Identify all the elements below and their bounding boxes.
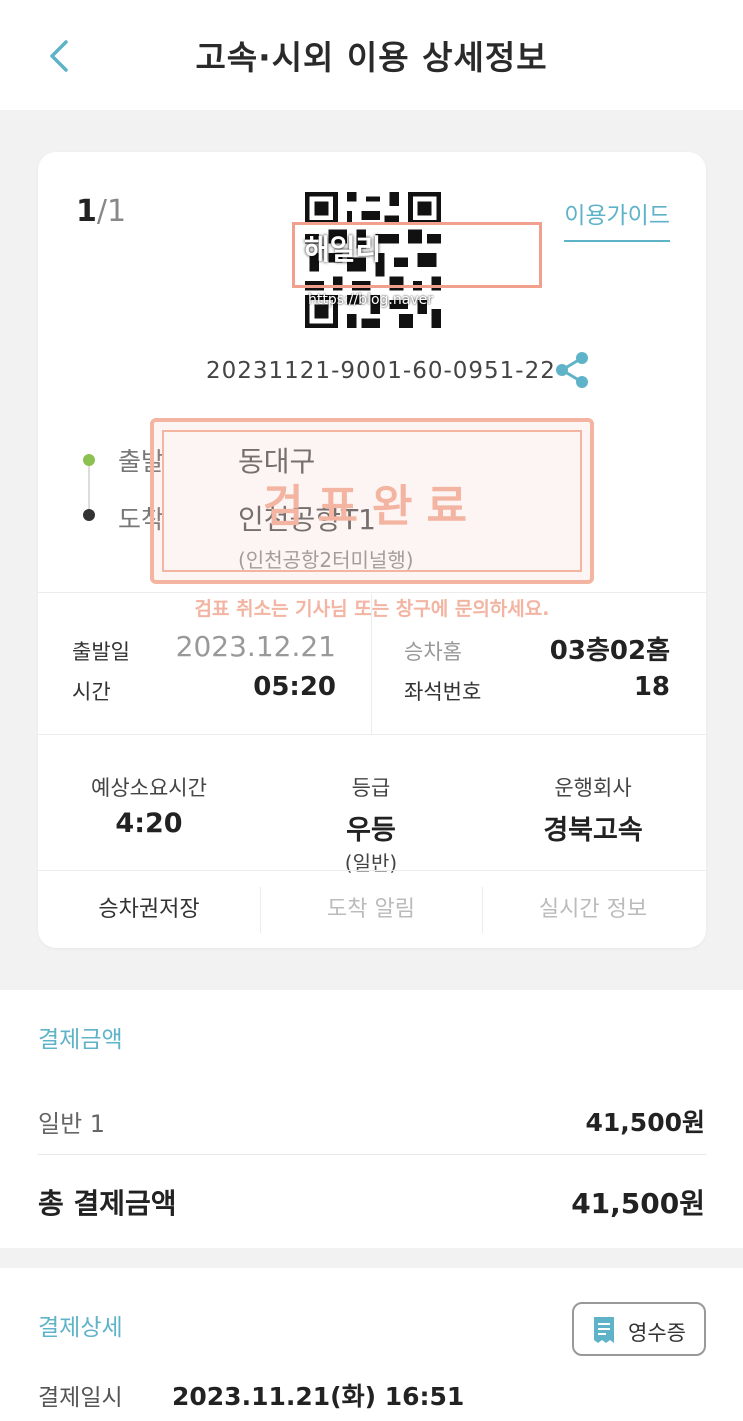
total-value: 41,500원 (571, 1187, 705, 1220)
ticket-number: 20231121-9001-60-0951-22 (206, 358, 556, 384)
vertical-divider (371, 594, 372, 734)
duration-value: 4:20 (115, 808, 183, 839)
payment-datetime-value: 2023.11.21(화) 16:51 (172, 1382, 465, 1411)
qr-overlay-watermark: 해일리 (304, 233, 382, 266)
receipt-button[interactable]: 영수증 (572, 1302, 706, 1356)
stamp-cancel-note: 검표 취소는 기사님 또는 창구에 문의하세요. (194, 598, 550, 620)
payment-title: 결제금액 (38, 1027, 123, 1053)
divider (38, 592, 706, 593)
page-total: 1 (106, 194, 127, 229)
time-label: 시간 (72, 680, 111, 704)
divider (38, 1154, 706, 1155)
page-title: 고속·시외 이용 상세정보 (195, 38, 548, 77)
receipt-label: 영수증 (628, 1321, 686, 1345)
time-value: 05:20 (253, 672, 336, 702)
ticket-actions: 승차권저장 도착 알림 실시간 정보 (38, 870, 706, 948)
grade-label: 등급 (351, 776, 391, 800)
company-column: 운행회사 경북고속 (482, 772, 704, 847)
total-label: 총 결제금액 (38, 1187, 177, 1220)
top-bar: 고속·시외 이용 상세정보 (0, 0, 743, 110)
duration-label: 예상소요시간 (91, 776, 207, 800)
payment-detail-title: 결제상세 (38, 1315, 123, 1341)
arrival-alert-button[interactable]: 도착 알림 (260, 871, 482, 949)
stamp-text: 검표완료 (263, 481, 481, 532)
platform-value: 03층02홈 (549, 636, 670, 666)
grade-column: 등급 우등 (일반) (260, 772, 482, 876)
departure-dot (83, 454, 95, 466)
page-separator: / (96, 194, 107, 229)
company-value: 경북고속 (543, 815, 643, 846)
save-ticket-button[interactable]: 승차권저장 (38, 871, 260, 949)
receipt-icon (594, 1317, 614, 1343)
arrival-dot (83, 509, 95, 521)
page-current: 1 (76, 194, 97, 229)
company-label: 운행회사 (554, 776, 632, 800)
ticket-checked-stamp: 검표완료 (150, 418, 594, 584)
seat-value: 18 (633, 672, 670, 702)
route-connector (88, 458, 90, 516)
departure-date-value: 2023.12.21 (175, 630, 336, 663)
departure-date-label: 출발일 (72, 640, 130, 664)
payment-datetime-label: 결제일시 (38, 1385, 123, 1411)
fare-row-value: 41,500원 (585, 1108, 705, 1137)
ticket-card: 1/1 이용가이드 해일리 https://blog.naver 2023112… (38, 152, 706, 948)
divider (38, 734, 706, 735)
duration-column: 예상소요시간 4:20 (38, 772, 260, 839)
realtime-info-button[interactable]: 실시간 정보 (482, 871, 704, 949)
grade-value: 우등 (346, 815, 396, 846)
platform-label: 승차홈 (404, 640, 462, 664)
fare-row-label: 일반 1 (38, 1110, 106, 1138)
seat-label: 좌석번호 (404, 680, 482, 704)
share-button[interactable] (552, 350, 592, 390)
page-indicator: 1/1 (76, 194, 126, 229)
payment-section: 결제금액 일반 1 41,500원 총 결제금액 41,500원 (0, 990, 743, 1248)
qr-overlay-url: https://blog.naver (308, 292, 433, 308)
payment-detail-section: 결제상세 영수증 결제일시 2023.11.21(화) 16:51 (0, 1268, 743, 1421)
share-icon (556, 352, 588, 388)
usage-guide-link[interactable]: 이용가이드 (564, 196, 670, 242)
